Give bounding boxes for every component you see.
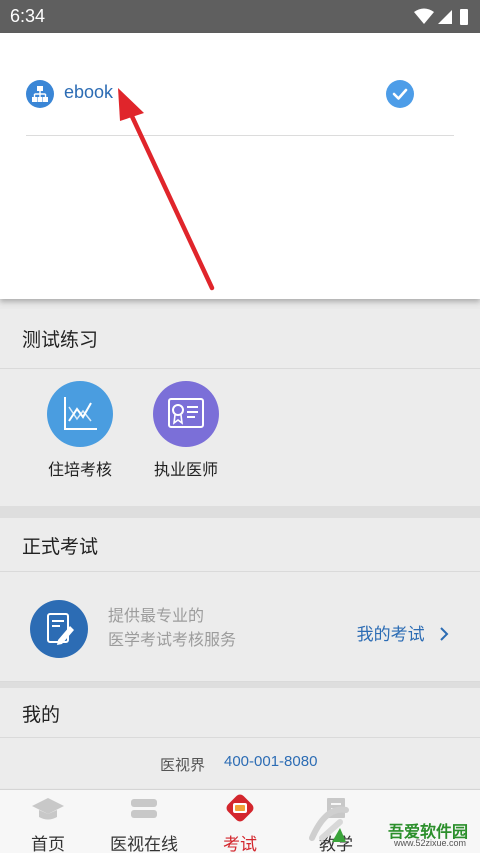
- line-chart-icon: [47, 381, 113, 447]
- mine-section-title: 我的: [22, 704, 61, 726]
- battery-icon: [460, 9, 468, 25]
- layers-icon: [131, 799, 157, 818]
- practice-section-title: 测试练习: [22, 329, 99, 351]
- exam-section-header: 正式考试: [0, 518, 480, 572]
- certificate-icon: [153, 381, 219, 447]
- tab-exam[interactable]: 考试: [192, 794, 288, 853]
- exam-description-line2: 医学考试考核服务: [108, 630, 237, 649]
- status-time: 6:34: [10, 6, 46, 26]
- exam-document-icon: [30, 600, 88, 658]
- practice-tile-label: 执业医师: [153, 460, 218, 479]
- tab-online[interactable]: 医视在线: [96, 794, 192, 853]
- dropdown-item-ebook[interactable]: ebook: [26, 80, 454, 136]
- org-chart-icon: [26, 80, 54, 108]
- watermark-url: www.52zixue.com: [393, 838, 466, 848]
- exam-card[interactable]: 提供最专业的 医学考试考核服务 我的考试: [0, 572, 480, 682]
- watermark: 吾爱软件园 www.52zixue.com: [306, 798, 476, 848]
- mine-section-header: 我的: [0, 688, 480, 738]
- section-divider: [0, 506, 480, 518]
- watermark-logo: [309, 806, 349, 842]
- exam-section-title: 正式考试: [22, 536, 99, 558]
- exam-description-line1: 提供最专业的: [108, 606, 205, 625]
- status-icons: [414, 8, 468, 25]
- signal-icon: [438, 10, 452, 24]
- org-dropdown-panel: ebook: [0, 33, 480, 299]
- tab-home[interactable]: 首页: [0, 794, 96, 853]
- dropdown-item-label: ebook: [64, 82, 114, 102]
- exam-description: 提供最专业的 医学考试考核服务: [108, 604, 236, 652]
- chevron-right-icon: [440, 627, 449, 641]
- wifi-icon: [414, 8, 434, 24]
- status-bar: 6:34: [0, 0, 480, 33]
- my-exam-link[interactable]: 我的考试: [357, 620, 450, 645]
- tab-label: 首页: [31, 835, 65, 853]
- check-icon: [386, 80, 414, 108]
- practice-grid: 住培考核 执业医师: [0, 369, 480, 506]
- practice-tile-residency[interactable]: 住培考核: [35, 381, 125, 480]
- tab-label: 医视在线: [110, 835, 178, 853]
- contact-row: 医视界 400-001-8080: [0, 738, 480, 788]
- tab-label: 考试: [223, 835, 257, 853]
- phone-link[interactable]: 400-001-8080: [224, 753, 317, 770]
- practice-tile-physician[interactable]: 执业医师: [141, 381, 231, 480]
- graduation-cap-icon: [32, 798, 64, 820]
- practice-tile-label: 住培考核: [47, 460, 112, 479]
- exam-badge-icon: [226, 794, 254, 822]
- contact-label: 医视界: [160, 756, 206, 774]
- practice-section-header: 测试练习: [0, 309, 480, 369]
- my-exam-label: 我的考试: [356, 625, 425, 645]
